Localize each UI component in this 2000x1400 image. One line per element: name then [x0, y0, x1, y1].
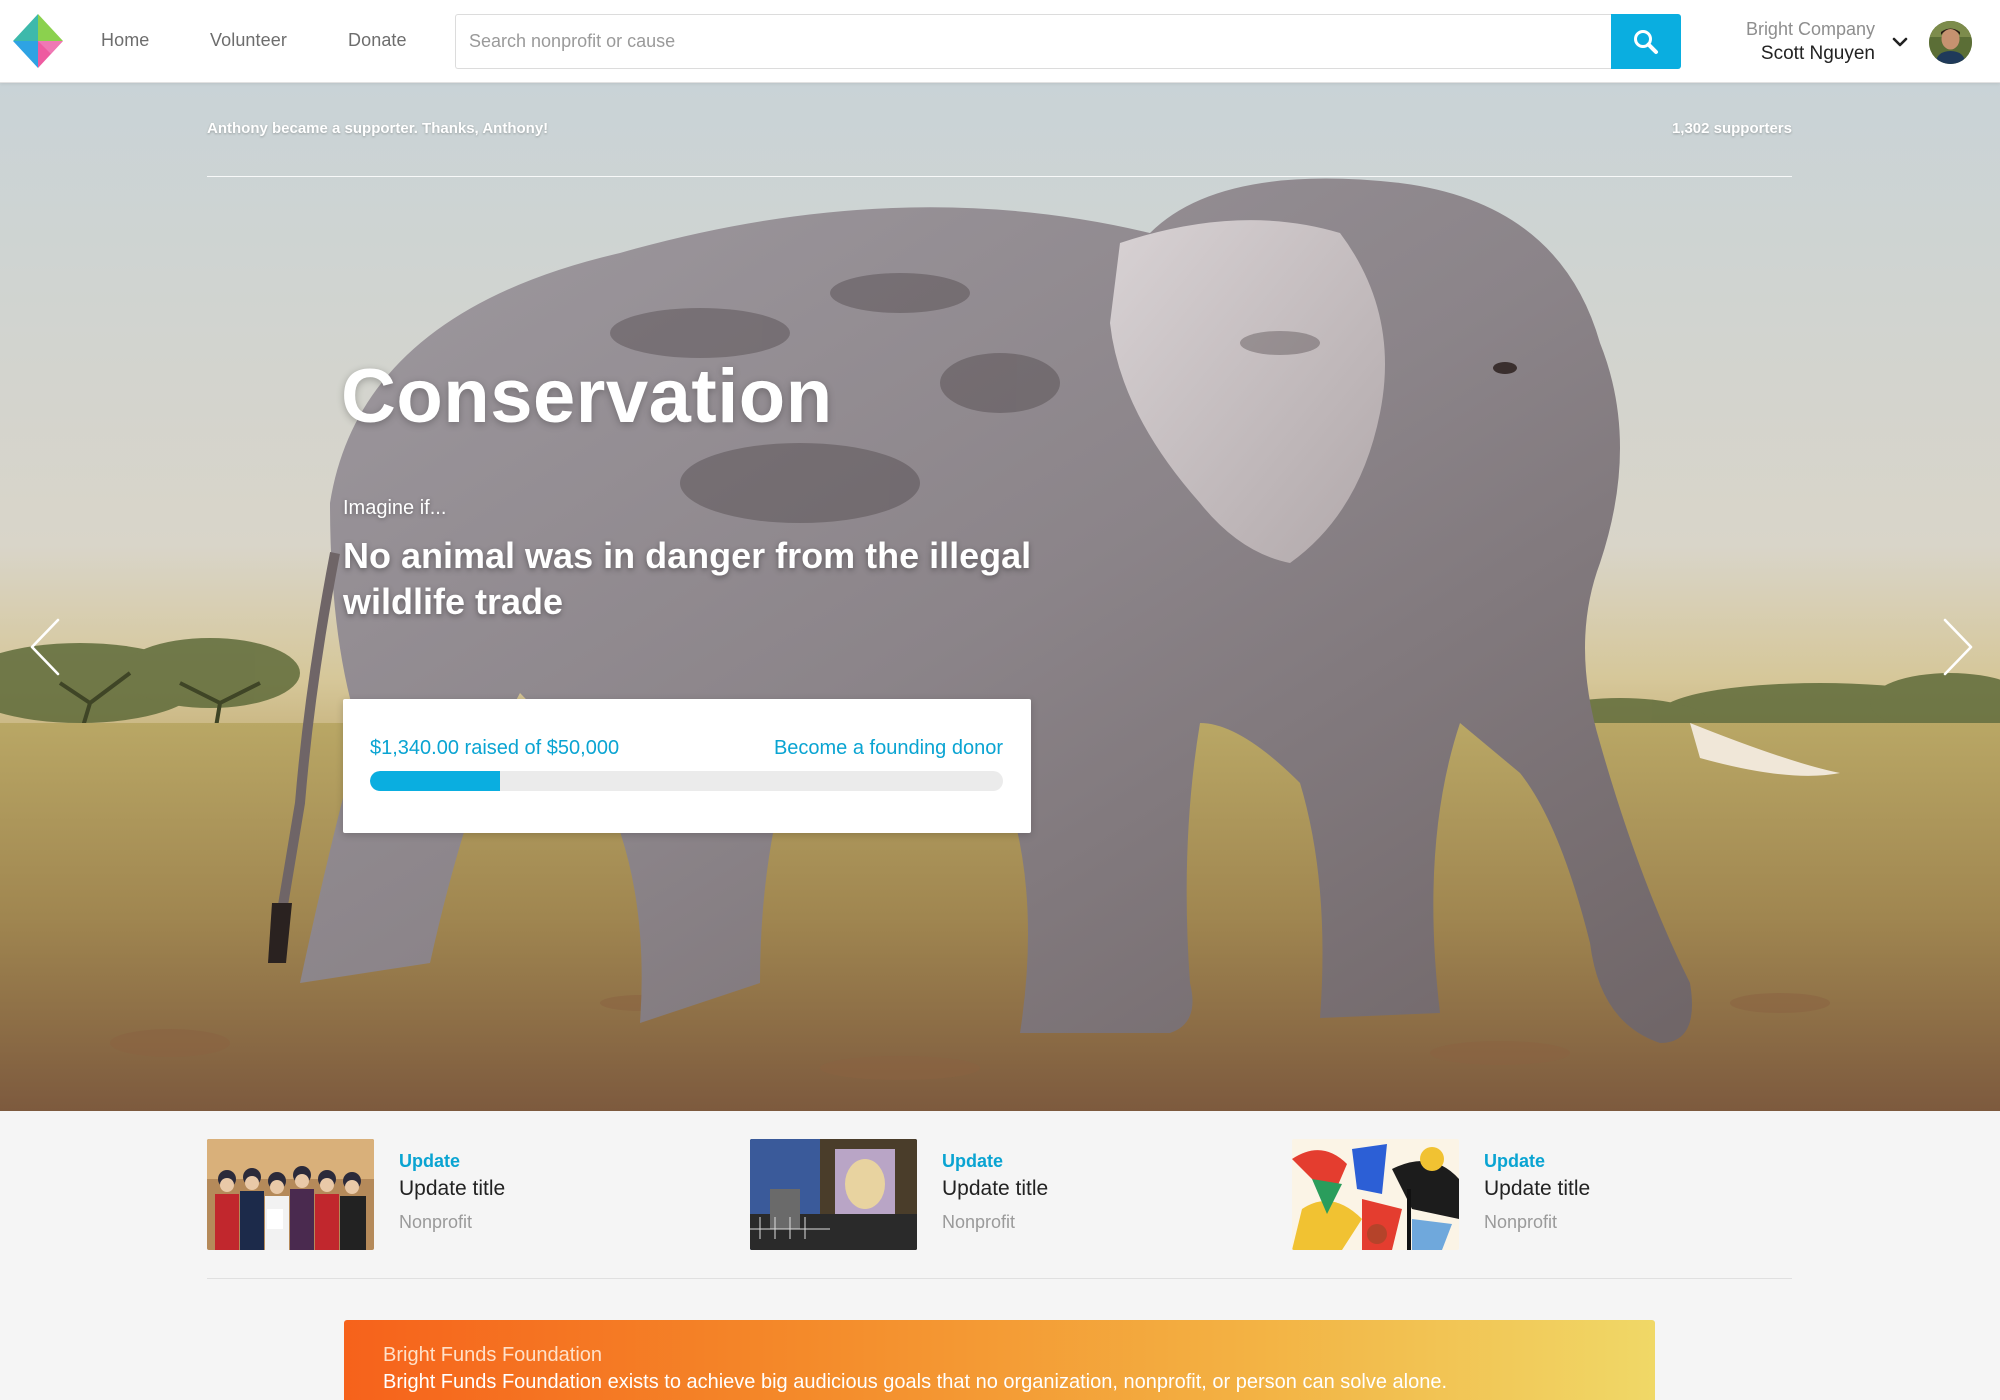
update-thumbnail-image	[750, 1139, 917, 1250]
hero-tagline: No animal was in danger from the illegal…	[343, 535, 1032, 622]
update-title: Update title	[1484, 1177, 1591, 1200]
update-card[interactable]: Update Update title Nonprofit	[207, 1139, 727, 1251]
top-navigation-bar: Home Volunteer Donate Bright Company Sco…	[0, 0, 2000, 83]
hero-banner: Anthony became a supporter. Thanks, Anth…	[0, 83, 2000, 1111]
foundation-description: Bright Funds Foundation exists to achiev…	[383, 1371, 1447, 1393]
search-input[interactable]	[455, 14, 1612, 69]
update-card[interactable]: Update Update title Nonprofit	[750, 1139, 1270, 1251]
update-title: Update title	[942, 1177, 1049, 1200]
update-nonprofit: Nonprofit	[1484, 1212, 1558, 1232]
user-name[interactable]: Scott Nguyen	[1761, 43, 1875, 65]
ticker-divider	[207, 176, 1792, 177]
supporter-ticker: Anthony became a supporter. Thanks, Anth…	[207, 120, 549, 137]
update-thumbnail-image	[207, 1139, 374, 1250]
hero-title: Conservation	[341, 354, 833, 439]
update-card[interactable]: Update Update title Nonprofit	[1292, 1139, 1812, 1251]
update-label: Update	[942, 1151, 1004, 1171]
foundation-banner[interactable]: Bright Funds Foundation Bright Funds Fou…	[344, 1320, 1655, 1400]
nav-home-link[interactable]: Home	[101, 30, 149, 51]
progress-bar-track	[370, 771, 1003, 791]
foundation-name: Bright Funds Foundation	[383, 1344, 603, 1366]
updates-row: Update Update title Nonprofit Update Upd…	[207, 1111, 1792, 1279]
update-label: Update	[1484, 1151, 1546, 1171]
update-nonprofit: Nonprofit	[942, 1212, 1016, 1232]
progress-bar-fill	[370, 771, 501, 791]
nav-volunteer-link[interactable]: Volunteer	[210, 30, 287, 51]
chevron-down-icon[interactable]	[1891, 33, 1909, 51]
nav-donate-link[interactable]: Donate	[348, 30, 407, 51]
update-label: Update	[399, 1151, 461, 1171]
chevron-right-icon[interactable]	[1937, 616, 1977, 678]
fundraising-progress-card: $1,340.00 raised of $50,000 Become a fou…	[343, 699, 1031, 833]
chevron-left-icon[interactable]	[26, 616, 66, 678]
update-nonprofit: Nonprofit	[399, 1212, 473, 1232]
kite-logo[interactable]	[13, 14, 63, 68]
supporter-count: 1,302 supporters	[1671, 120, 1792, 137]
user-avatar[interactable]	[1929, 21, 1972, 64]
company-name: Bright Company	[1745, 19, 1875, 39]
become-founding-donor-link[interactable]: Become a founding donor	[774, 737, 1003, 760]
update-thumbnail-image	[1292, 1139, 1459, 1250]
search-button[interactable]	[1611, 14, 1681, 69]
search-icon	[1634, 29, 1658, 54]
hero-kicker: Imagine if...	[343, 497, 447, 519]
raised-amount-text: $1,340.00 raised of $50,000	[370, 737, 620, 759]
update-title: Update title	[399, 1177, 506, 1200]
